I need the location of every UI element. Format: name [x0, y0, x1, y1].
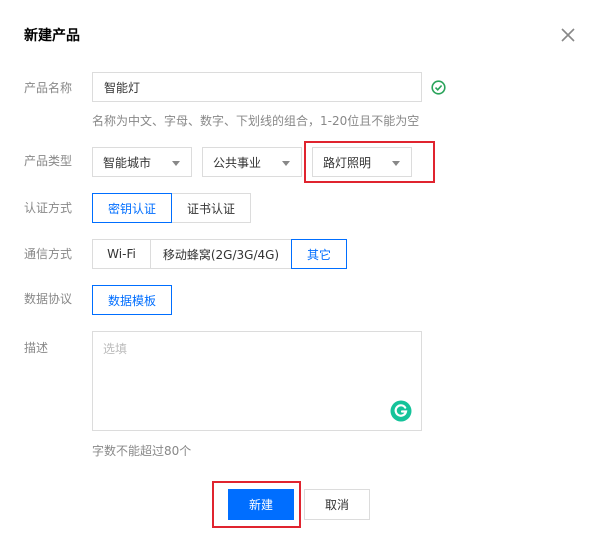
- comm-method-label: 通信方式: [24, 247, 73, 261]
- dialog-title: 新建产品: [24, 28, 80, 44]
- comm-option-other[interactable]: 其它: [291, 239, 347, 269]
- product-type-select-3[interactable]: 路灯照明: [312, 147, 412, 177]
- data-template-button[interactable]: 数据模板: [92, 285, 172, 315]
- description-textarea[interactable]: 选填: [92, 331, 422, 431]
- chevron-down-icon: [172, 161, 180, 166]
- check-circle-icon: [431, 80, 446, 95]
- product-type-select-2-value: 公共事业: [213, 155, 262, 170]
- product-type-select-1[interactable]: 智能城市: [92, 147, 192, 177]
- data-protocol-label: 数据协议: [24, 292, 73, 306]
- auth-method-label: 认证方式: [24, 201, 73, 215]
- chevron-down-icon: [282, 161, 290, 166]
- product-name-hint: 名称为中文、字母、数字、下划线的组合，1-20位且不能为空: [92, 114, 420, 128]
- auth-option-key[interactable]: 密钥认证: [92, 193, 172, 223]
- product-name-value: 智能灯: [104, 80, 141, 95]
- chevron-down-icon: [392, 161, 400, 166]
- description-label: 描述: [24, 341, 49, 355]
- create-button[interactable]: 新建: [228, 489, 294, 520]
- comm-option-cellular[interactable]: 移动蜂窝(2G/3G/4G): [150, 239, 292, 269]
- product-type-select-1-value: 智能城市: [103, 155, 152, 170]
- cancel-button[interactable]: 取消: [304, 489, 370, 520]
- description-hint: 字数不能超过80个: [92, 444, 192, 458]
- comm-option-wifi[interactable]: Wi-Fi: [92, 239, 151, 269]
- auth-option-cert[interactable]: 证书认证: [171, 193, 251, 223]
- grammarly-icon[interactable]: [390, 400, 412, 422]
- product-type-select-3-value: 路灯照明: [323, 155, 372, 170]
- description-placeholder: 选填: [103, 342, 128, 356]
- product-name-input[interactable]: 智能灯: [92, 72, 422, 102]
- close-icon[interactable]: [559, 26, 577, 44]
- product-type-label: 产品类型: [24, 154, 73, 168]
- product-type-select-2[interactable]: 公共事业: [202, 147, 302, 177]
- product-name-label: 产品名称: [24, 81, 73, 95]
